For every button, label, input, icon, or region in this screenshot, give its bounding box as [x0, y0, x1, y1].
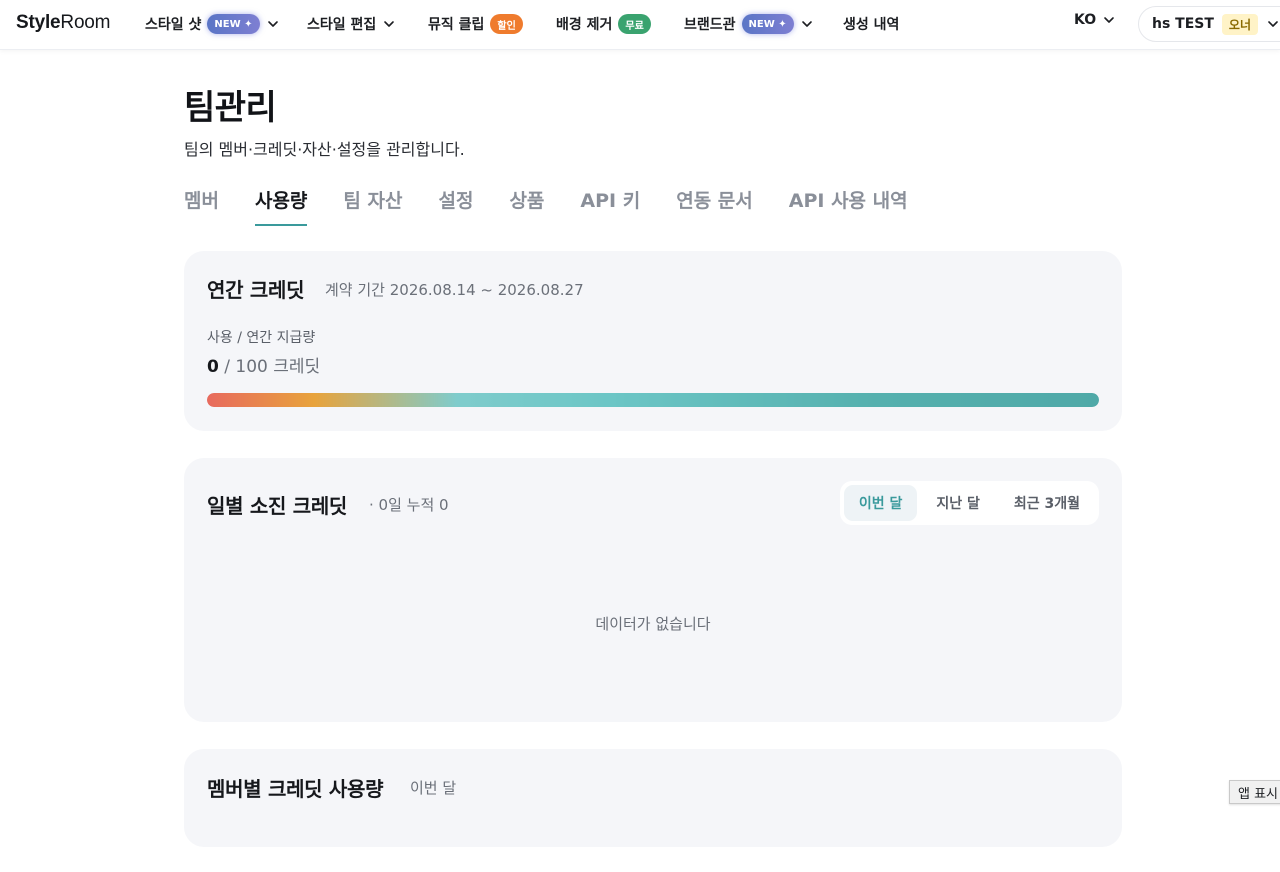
tab-team-assets[interactable]: 팀 자산: [343, 186, 402, 226]
nav-item-style-edit[interactable]: 스타일 편집: [307, 12, 396, 36]
credit-progress-bar: [207, 393, 1099, 407]
nav-item-label: 스타일 샷: [145, 14, 201, 34]
member-usage-title: 멤버별 크레딧 사용량: [207, 773, 383, 802]
page-subtitle: 팀의 멤버·크레딧·자산·설정을 관리합니다.: [184, 136, 465, 160]
tab-bar: 멤버 사용량 팀 자산 설정 상품 API 키 연동 문서 API 사용 내역: [184, 186, 944, 226]
language-selector[interactable]: KO: [1074, 12, 1116, 28]
filter-this-month[interactable]: 이번 달: [844, 485, 918, 521]
period-filter: 이번 달 지난 달 최근 3개월: [840, 481, 1099, 525]
chevron-down-icon: [1266, 17, 1280, 31]
total-credits: / 100 크레딧: [224, 357, 320, 377]
chevron-down-icon: [1102, 13, 1116, 27]
tab-api-keys[interactable]: API 키: [580, 186, 640, 226]
chevron-down-icon: [800, 17, 814, 31]
nav-item-label: 브랜드관: [684, 14, 736, 34]
sale-badge: 할인: [490, 14, 522, 34]
member-usage-card: 멤버별 크레딧 사용량 이번 달: [184, 749, 1122, 847]
nav-item-remove-background[interactable]: 배경 제거 무료: [556, 12, 651, 36]
nav-item-style-shot[interactable]: 스타일 샷 NEW ✦: [145, 12, 280, 36]
tab-settings[interactable]: 설정: [438, 186, 473, 226]
usage-label: 사용 / 연간 지급량: [207, 327, 315, 347]
owner-badge: 오너: [1222, 14, 1258, 35]
tab-usage[interactable]: 사용량: [255, 186, 307, 226]
logo-bold: Style: [16, 12, 60, 33]
daily-burn-summary: · 0일 누적 0: [369, 494, 449, 515]
nav-item-history[interactable]: 생성 내역: [843, 12, 899, 36]
tab-api-usage-history[interactable]: API 사용 내역: [789, 186, 908, 226]
logo-light: Room: [60, 12, 110, 33]
nav-item-brand-hall[interactable]: 브랜드관 NEW ✦: [684, 12, 814, 36]
tab-members[interactable]: 멤버: [184, 186, 219, 226]
filter-last-3-months[interactable]: 최근 3개월: [999, 485, 1095, 521]
account-menu[interactable]: hs TEST 오너: [1138, 6, 1280, 42]
nav-item-label: 배경 제거: [556, 14, 612, 34]
filter-last-month[interactable]: 지난 달: [921, 485, 995, 521]
daily-burn-title: 일별 소진 크레딧: [207, 490, 347, 519]
page-title: 팀관리: [184, 80, 276, 129]
contract-period: 계약 기간 2026.08.14 ~ 2026.08.27: [325, 279, 584, 300]
new-badge: NEW ✦: [742, 14, 794, 34]
account-name: hs TEST: [1152, 16, 1214, 32]
nav-item-label: 뮤직 클립: [428, 14, 484, 34]
tab-products[interactable]: 상품: [509, 186, 544, 226]
chevron-down-icon: [266, 17, 280, 31]
new-badge: NEW ✦: [207, 14, 259, 34]
empty-state-text: 데이터가 없습니다: [184, 613, 1122, 634]
credit-progress-fill: [207, 393, 1099, 407]
annual-credit-card: 연간 크레딧 계약 기간 2026.08.14 ~ 2026.08.27 사용 …: [184, 251, 1122, 431]
used-credits: 0: [207, 357, 219, 377]
language-label: KO: [1074, 12, 1096, 28]
nav-item-label: 스타일 편집: [307, 14, 376, 34]
daily-burn-card: 일별 소진 크레딧 · 0일 누적 0 이번 달 지난 달 최근 3개월 데이터…: [184, 458, 1122, 722]
logo[interactable]: StyleRoom: [16, 12, 110, 34]
chevron-down-icon: [382, 17, 396, 31]
free-badge: 무료: [618, 14, 650, 34]
top-navigation: StyleRoom 스타일 샷 NEW ✦ 스타일 편집 뮤직 클립 할인 배경…: [0, 0, 1280, 50]
annual-credit-title: 연간 크레딧: [207, 274, 304, 303]
show-app-button[interactable]: 앱 표시: [1229, 780, 1280, 804]
usage-value: 0 / 100 크레딧: [207, 352, 320, 377]
nav-item-label: 생성 내역: [843, 14, 899, 34]
member-usage-period: 이번 달: [410, 777, 456, 798]
tab-integration-docs[interactable]: 연동 문서: [676, 186, 753, 226]
nav-item-music-clip[interactable]: 뮤직 클립 할인: [428, 12, 523, 36]
